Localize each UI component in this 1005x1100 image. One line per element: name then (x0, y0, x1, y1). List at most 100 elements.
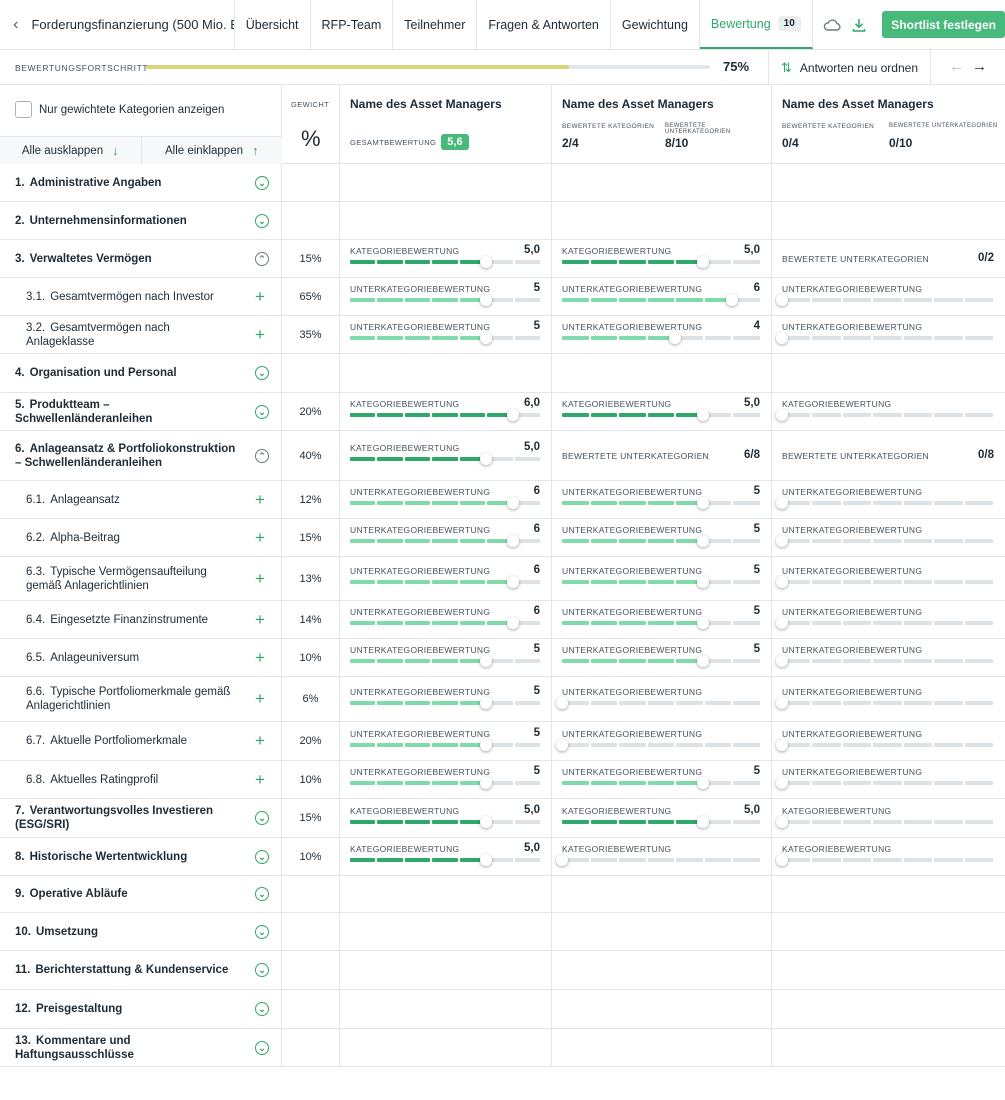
score-slider-track[interactable] (782, 659, 993, 663)
plus-icon[interactable]: + (255, 771, 265, 788)
tab-uebersicht[interactable]: Übersicht (235, 0, 311, 49)
score-slider-track[interactable] (562, 701, 761, 705)
plus-icon[interactable]: + (255, 690, 265, 707)
expand-icon[interactable]: ⌄ (255, 811, 269, 825)
score-slider-track[interactable] (350, 298, 540, 302)
expand-all-button[interactable]: Alle ausklappen ↓ (0, 137, 142, 164)
expand-icon[interactable]: ⌄ (255, 963, 269, 977)
plus-icon[interactable]: + (255, 732, 265, 749)
score-slider-track[interactable] (782, 743, 993, 747)
slider-thumb[interactable] (697, 409, 710, 421)
tab-fragen-antworten[interactable]: Fragen & Antworten (477, 0, 611, 49)
collapse-icon[interactable]: ⌃ (255, 448, 269, 463)
score-slider-track[interactable] (562, 501, 761, 505)
expand-icon[interactable]: ⌄ (255, 849, 269, 864)
score-slider-track[interactable] (782, 336, 993, 340)
score-slider-track[interactable] (562, 659, 761, 663)
expand-icon[interactable]: ⌄ (255, 213, 269, 228)
slider-thumb[interactable] (479, 854, 492, 866)
score-slider-track[interactable] (562, 539, 761, 543)
score-slider-track[interactable] (562, 260, 761, 264)
score-slider-track[interactable] (562, 743, 761, 747)
score-slider-track[interactable] (782, 580, 993, 584)
slider-thumb[interactable] (776, 854, 788, 866)
slider-thumb[interactable] (479, 697, 492, 709)
score-slider-track[interactable] (350, 260, 540, 264)
score-slider-track[interactable] (350, 701, 540, 705)
slider-thumb[interactable] (479, 777, 492, 789)
plus-icon[interactable]: + (255, 529, 265, 546)
expand-icon[interactable]: ⌄ (255, 1040, 269, 1055)
slider-thumb[interactable] (479, 453, 492, 465)
slider-thumb[interactable] (697, 777, 710, 789)
score-slider-track[interactable] (782, 298, 993, 302)
score-slider-track[interactable] (562, 858, 761, 862)
score-slider-track[interactable] (350, 659, 540, 663)
score-slider-track[interactable] (562, 336, 761, 340)
plus-icon[interactable]: + (255, 649, 265, 666)
collapse-icon[interactable]: ⌃ (255, 251, 269, 266)
score-slider-track[interactable] (782, 820, 993, 824)
score-slider-track[interactable] (782, 781, 993, 785)
expand-icon[interactable]: ⌄ (255, 404, 269, 419)
arrow-right-icon[interactable]: → (972, 58, 987, 75)
slider-thumb[interactable] (506, 535, 519, 547)
slider-thumb[interactable] (556, 697, 568, 709)
score-slider-track[interactable] (350, 858, 540, 862)
slider-thumb[interactable] (725, 294, 738, 306)
tab-bewertung[interactable]: Bewertung 10 (699, 0, 813, 49)
slider-thumb[interactable] (697, 816, 710, 828)
slider-thumb[interactable] (479, 256, 492, 268)
slider-thumb[interactable] (479, 739, 492, 751)
slider-thumb[interactable] (479, 332, 492, 344)
score-slider-track[interactable] (782, 413, 993, 417)
score-slider-track[interactable] (562, 413, 761, 417)
score-slider-track[interactable] (782, 858, 993, 862)
slider-thumb[interactable] (479, 655, 492, 667)
checkbox-box[interactable] (15, 101, 32, 118)
score-slider-track[interactable] (350, 820, 540, 824)
slider-thumb[interactable] (697, 576, 710, 588)
score-slider-track[interactable] (782, 501, 993, 505)
slider-thumb[interactable] (776, 617, 788, 629)
slider-thumb[interactable] (506, 617, 519, 629)
plus-icon[interactable]: + (255, 491, 265, 508)
tab-gewichtung[interactable]: Gewichtung (611, 0, 700, 49)
slider-thumb[interactable] (776, 576, 788, 588)
plus-icon[interactable]: + (255, 288, 265, 305)
expand-icon[interactable]: ⌄ (255, 1002, 269, 1016)
slider-thumb[interactable] (506, 576, 519, 588)
expand-icon[interactable]: ⌄ (255, 366, 269, 380)
tab-teilnehmer[interactable]: Teilnehmer (393, 0, 478, 49)
score-slider-track[interactable] (350, 457, 540, 461)
weighted-only-checkbox[interactable]: Nur gewichtete Kategorien anzeigen (15, 101, 224, 118)
slider-thumb[interactable] (776, 816, 788, 828)
plus-icon[interactable]: + (255, 611, 265, 628)
slider-thumb[interactable] (776, 497, 788, 509)
slider-thumb[interactable] (776, 535, 788, 547)
score-slider-track[interactable] (350, 781, 540, 785)
score-slider-track[interactable] (350, 743, 540, 747)
expand-icon[interactable]: ⌄ (255, 887, 269, 901)
slider-thumb[interactable] (697, 497, 710, 509)
slider-thumb[interactable] (556, 854, 568, 866)
slider-thumb[interactable] (776, 777, 788, 789)
slider-thumb[interactable] (776, 697, 788, 709)
slider-thumb[interactable] (776, 655, 788, 667)
score-slider-track[interactable] (782, 539, 993, 543)
slider-thumb[interactable] (697, 535, 710, 547)
tab-rfp-team[interactable]: RFP-Team (311, 0, 394, 49)
slider-thumb[interactable] (479, 816, 492, 828)
slider-thumb[interactable] (479, 294, 492, 306)
slider-thumb[interactable] (776, 409, 788, 421)
reorder-answers-button[interactable]: ⇅ Antworten neu ordnen (768, 50, 931, 85)
score-slider-track[interactable] (350, 336, 540, 340)
collapse-all-button[interactable]: Alle einklappen ↑ (142, 137, 283, 164)
score-slider-track[interactable] (782, 701, 993, 705)
shortlist-button[interactable]: Shortlist festlegen (882, 11, 1005, 38)
score-slider-track[interactable] (562, 781, 761, 785)
score-slider-track[interactable] (782, 621, 993, 625)
slider-thumb[interactable] (776, 739, 788, 751)
plus-icon[interactable]: + (255, 570, 265, 587)
expand-icon[interactable]: ⌄ (255, 924, 269, 939)
